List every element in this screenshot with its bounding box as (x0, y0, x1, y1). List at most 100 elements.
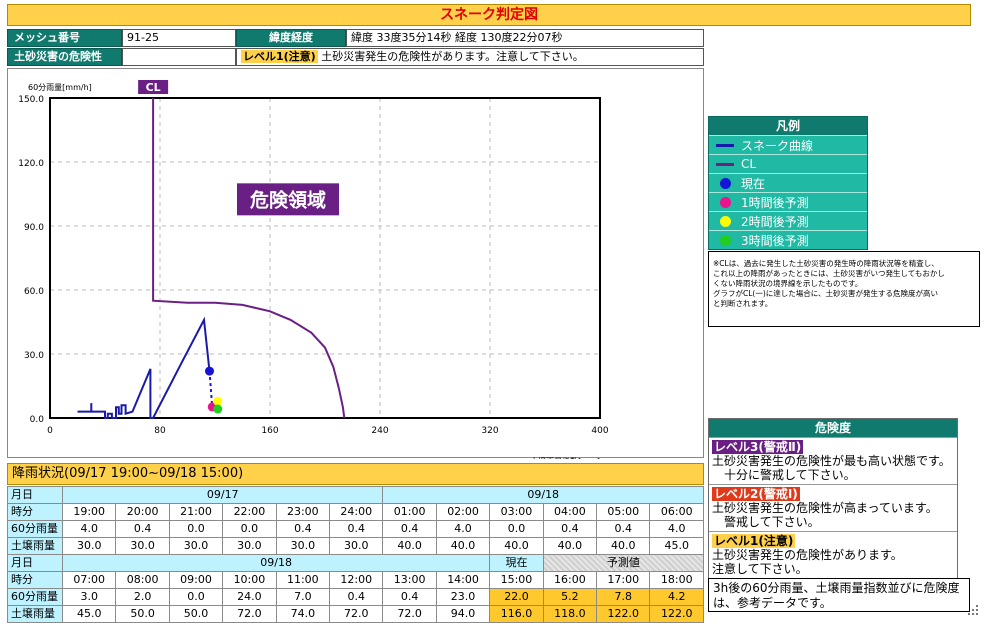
soil-cell: 30.0 (329, 537, 384, 555)
row-label-date: 月日 (7, 486, 63, 504)
level-3-line2: 十分に警戒して下さい。 (724, 468, 856, 482)
row-label-hourly: 60分雨量 (7, 520, 63, 538)
soil-cell: 40.0 (542, 537, 598, 555)
risk-level-3: レベル3(警戒Ⅱ) 土砂災害発生の危険性が最も高い状態です。 十分に警戒して下さ… (709, 437, 957, 484)
times-cell: 22:00 (222, 503, 277, 521)
table-row: 月日 09/18 現在 予測値 (7, 554, 705, 572)
level-1-badge: レベル1(注意) (712, 534, 796, 548)
soil-cell: 72.0 (222, 605, 277, 623)
cl-label: CL (146, 81, 161, 94)
soil-cell: 40.0 (596, 537, 651, 555)
snake-curve-line (77, 316, 211, 419)
times-cell: 01:00 (382, 503, 437, 521)
hourly-cell: 0.4 (596, 520, 651, 538)
legend-item: スネーク曲線 (709, 135, 867, 154)
soil-cell: 118.0 (542, 605, 598, 623)
latlon-value: 緯度 33度35分14秒 経度 130度22分07秒 (346, 29, 704, 47)
dot-swatch-icon (709, 234, 741, 246)
times-cell: 09:00 (168, 571, 224, 589)
rainfall-table: 月日 09/17 09/18 時分 19:00 20:00 21:00 22:00 23… (7, 486, 705, 623)
dot-swatch-icon (709, 177, 741, 189)
soil-cell: 45.0 (649, 537, 704, 555)
level-1-line1: 土砂災害発生の危険性があります。 (712, 548, 903, 562)
risk-value: レベル1(注意) 土砂災害発生の危険性があります。注意して下さい。 (236, 48, 704, 66)
note-line: ※CLは、過去に発生した土砂災害の発生時の降雨状況等を精査し、 (713, 259, 939, 268)
times-cell: 23:00 (275, 503, 331, 521)
hourly-cell: 4.0 (61, 520, 117, 538)
marker-point (205, 366, 214, 376)
row-label-hourly: 60分雨量 (7, 588, 63, 606)
legend-label: 現在 (741, 176, 766, 191)
note-line: グラフがCL(一)に達した場合に、土砂災害が発生する危険度が高い (713, 289, 939, 298)
legend-item: 3時間後予測 (709, 230, 867, 249)
level-2-line2: 警戒して下さい。 (724, 515, 820, 529)
level-3-line1: 土砂災害発生の危険性が最も高い状態です。 (712, 454, 951, 468)
times-cell: 24:00 (329, 503, 384, 521)
hourly-cell: 2.0 (115, 588, 170, 606)
row-label-time: 時分 (7, 571, 63, 589)
risk-level-panel: 危険度 レベル3(警戒Ⅱ) 土砂災害発生の危険性が最も高い状態です。 十分に警戒… (708, 418, 958, 579)
legend-item: 1時間後予測 (709, 192, 867, 211)
soil-cell: 40.0 (435, 537, 491, 555)
cl-line (152, 98, 346, 419)
risk-text: 土砂災害発生の危険性があります。注意して下さい。 (321, 50, 584, 63)
risk-level-1: レベル1(注意) 土砂災害発生の危険性があります。 注意して下さい。 (709, 531, 957, 578)
hourly-cell: 0.0 (168, 588, 224, 606)
times-cell: 10:00 (222, 571, 277, 589)
row-label-soil: 土壌雨量 (7, 537, 63, 555)
times-cell: 03:00 (489, 503, 544, 521)
table-row: 土壌雨量 45.0 50.0 50.0 72.0 74.0 72.0 72.0 94.0 116… (7, 605, 704, 623)
soil-cell: 30.0 (275, 537, 331, 555)
times-cell: 21:00 (168, 503, 224, 521)
y-axis-label: 60分雨量[mm/h] (28, 83, 92, 92)
resize-grip-icon[interactable] (966, 603, 980, 617)
now-header: 現在 (489, 554, 544, 572)
times-cell: 17:00 (596, 571, 651, 589)
legend-label: CL (741, 157, 757, 171)
times-cell: 07:00 (61, 571, 117, 589)
note-line: くない降雨状況の境界線を示したものです。 (713, 279, 863, 288)
y-tick-label: 90.0 (24, 223, 44, 233)
legend-item: CL (709, 154, 867, 173)
snake-chart: 0 80 160 240 320 400 0.0 30.0 60.0 90.0 120.0 150.0… (18, 80, 609, 466)
times-cell: 14:00 (435, 571, 491, 589)
danger-label: 危険領域 (250, 188, 326, 211)
times-cell: 12:00 (329, 571, 384, 589)
hourly-cell: 0.4 (382, 588, 437, 606)
table-row: 60分雨量 4.0 0.4 0.0 0.0 0.4 0.4 0.4 4.0 0.0 0.4 0.4 4… (7, 520, 704, 538)
row-label-soil: 土壌雨量 (7, 605, 63, 623)
x-tick-label: 80 (154, 426, 166, 436)
table-row: 時分 07:00 08:00 09:00 10:00 11:00 12:00 13:00 14… (7, 571, 704, 589)
marker-point (213, 396, 223, 406)
risk-spacer (122, 48, 236, 66)
hourly-cell: 4.0 (649, 520, 704, 538)
dot-swatch-icon (709, 215, 741, 227)
hourly-cell: 0.4 (542, 520, 598, 538)
hourly-cell: 0.0 (489, 520, 544, 538)
note-line: と判断されます。 (713, 299, 773, 308)
hourly-cell: 0.4 (115, 520, 170, 538)
x-axis-label: 土壌雨量指数[mm] (530, 456, 600, 459)
hourly-cell: 5.2 (542, 588, 598, 606)
level-1-line2: 注意して下さい。 (712, 562, 808, 576)
times-cell: 18:00 (649, 571, 704, 589)
date-cell: 09/18 (382, 486, 704, 504)
hourly-cell: 7.0 (275, 588, 331, 606)
times-cell: 13:00 (382, 571, 437, 589)
hourly-cell: 4.2 (649, 588, 704, 606)
latlon-label: 緯度経度 (236, 29, 346, 47)
soil-cell: 50.0 (168, 605, 224, 623)
soil-cell: 122.0 (596, 605, 651, 623)
y-tick-label: 30.0 (24, 351, 44, 361)
times-cell: 11:00 (275, 571, 331, 589)
hourly-cell: 0.0 (168, 520, 224, 538)
hourly-cell: 22.0 (489, 588, 544, 606)
x-tick-label: 0 (47, 426, 53, 436)
cl-note: ※CLは、過去に発生した土砂災害の発生時の降雨状況等を精査し、 これ以上の降雨が… (708, 251, 980, 327)
mesh-label: メッシュ番号 (7, 29, 122, 47)
hourly-cell: 23.0 (435, 588, 491, 606)
level-3-badge: レベル3(警戒Ⅱ) (712, 440, 804, 454)
soil-cell: 30.0 (115, 537, 170, 555)
times-cell: 05:00 (596, 503, 651, 521)
hourly-cell: 0.0 (222, 520, 277, 538)
